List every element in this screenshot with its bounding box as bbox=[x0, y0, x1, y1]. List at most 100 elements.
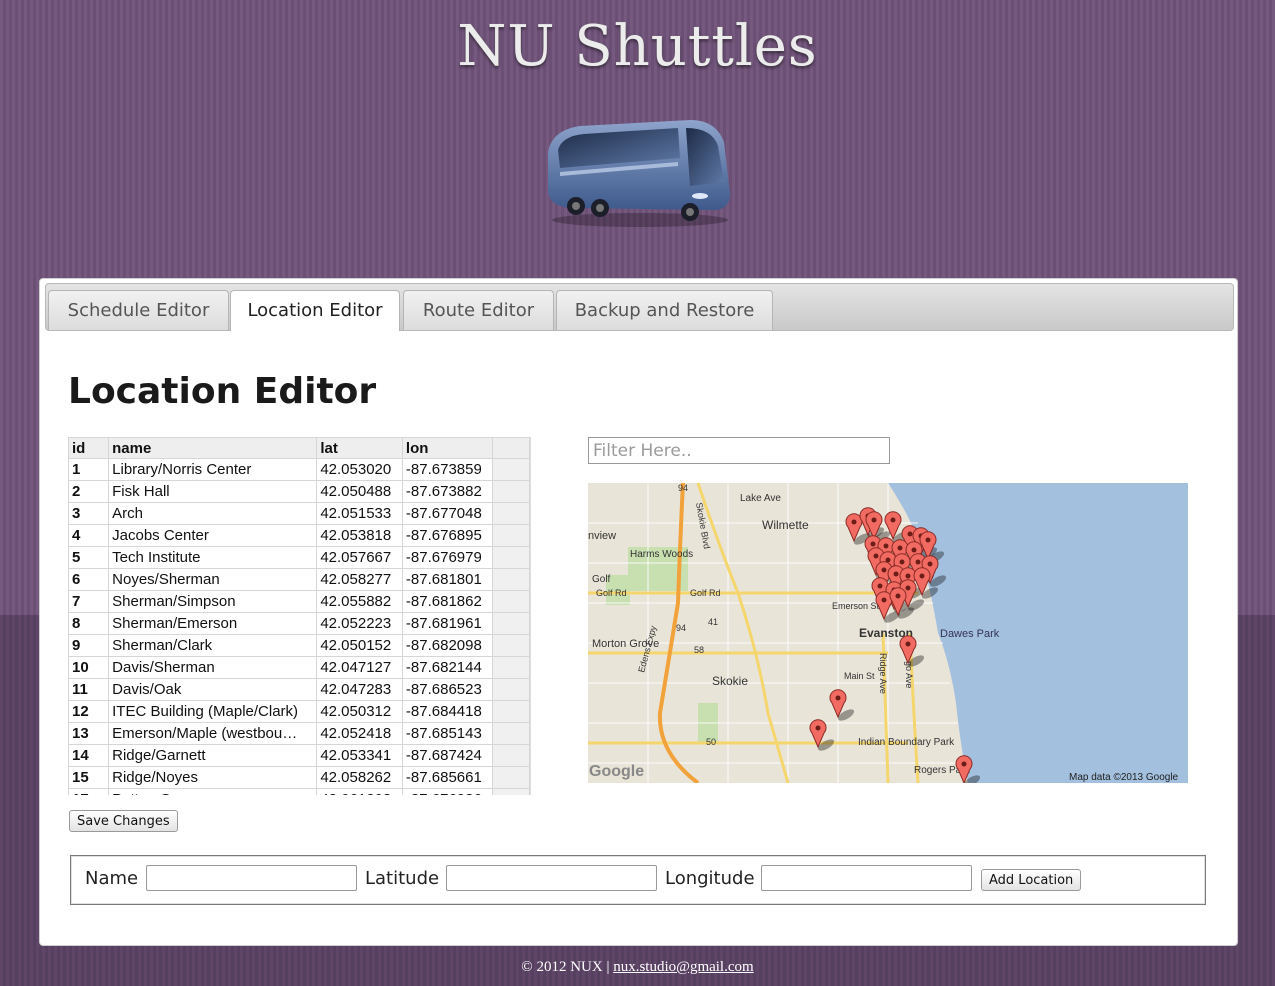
cell-id[interactable]: 14 bbox=[68, 744, 110, 767]
cell-lon[interactable]: -87.685661 bbox=[401, 766, 493, 789]
cell-lon[interactable]: -87.686523 bbox=[401, 678, 493, 701]
cell-lon[interactable]: -87.681862 bbox=[401, 590, 493, 613]
cell-lon[interactable]: -87.681801 bbox=[401, 568, 493, 591]
cell-id[interactable]: 4 bbox=[68, 524, 110, 547]
add-location-button[interactable]: Add Location bbox=[981, 869, 1082, 891]
table-row[interactable]: 6 Noyes/Sherman 42.058277 -87.681801 bbox=[68, 568, 530, 591]
cell-lon[interactable]: -87.687424 bbox=[401, 744, 493, 767]
table-row[interactable]: 17Patten Gym42.061203-87.676936 bbox=[68, 788, 530, 795]
cell-lat[interactable]: 42.061203 bbox=[316, 788, 403, 795]
locations-map[interactable]: Lake Ave Wilmette nview Harms Woods Golf… bbox=[588, 483, 1188, 783]
table-header-row: id name lat lon bbox=[68, 437, 530, 459]
cell-name[interactable]: ITEC Building (Maple/Clark) bbox=[108, 700, 318, 723]
cell-lon[interactable]: -87.673859 bbox=[401, 458, 493, 481]
cell-lat[interactable]: 42.050488 bbox=[316, 480, 403, 503]
name-input[interactable] bbox=[146, 865, 357, 891]
cell-lat[interactable]: 42.050312 bbox=[316, 700, 403, 723]
cell-lat[interactable]: 42.053020 bbox=[316, 458, 403, 481]
cell-name[interactable]: Tech Institute bbox=[108, 546, 318, 569]
cell-name[interactable]: Arch bbox=[108, 502, 318, 525]
cell-id[interactable]: 3 bbox=[68, 502, 110, 525]
cell-lon[interactable]: -87.676895 bbox=[401, 524, 493, 547]
cell-name[interactable]: Emerson/Maple (westbou… bbox=[108, 722, 318, 745]
cell-lat[interactable]: 42.052418 bbox=[316, 722, 403, 745]
cell-name[interactable]: Library/Norris Center bbox=[108, 458, 318, 481]
latitude-input[interactable] bbox=[446, 865, 657, 891]
cell-lat[interactable]: 42.052223 bbox=[316, 612, 403, 635]
cell-id[interactable]: 10 bbox=[68, 656, 110, 679]
cell-name[interactable]: Sherman/Emerson bbox=[108, 612, 318, 635]
cell-name[interactable]: Fisk Hall bbox=[108, 480, 318, 503]
table-row[interactable]: 1 Library/Norris Center 42.053020 -87.67385… bbox=[68, 458, 530, 481]
cell-id[interactable]: 5 bbox=[68, 546, 110, 569]
cell-lon[interactable]: -87.676936 bbox=[401, 788, 493, 795]
table-row[interactable]: 8 Sherman/Emerson 42.052223 -87.681961 bbox=[68, 612, 530, 635]
tab-backup-and-restore[interactable]: Backup and Restore bbox=[556, 290, 773, 330]
longitude-input[interactable] bbox=[761, 865, 972, 891]
table-row[interactable]: 9 Sherman/Clark 42.050152 -87.682098 bbox=[68, 634, 530, 657]
cell-lon[interactable]: -87.677048 bbox=[401, 502, 493, 525]
cell-name[interactable]: Sherman/Simpson bbox=[108, 590, 318, 613]
column-header-lat[interactable]: lat bbox=[316, 437, 403, 459]
cell-name[interactable]: Davis/Sherman bbox=[108, 656, 318, 679]
cell-name[interactable]: Ridge/Garnett bbox=[108, 744, 318, 767]
tab-schedule-editor[interactable]: Schedule Editor bbox=[48, 290, 229, 330]
table-row[interactable]: 4 Jacobs Center 42.053818 -87.676895 bbox=[68, 524, 530, 547]
cell-id[interactable]: 15 bbox=[68, 766, 110, 789]
cell-lat[interactable]: 42.057667 bbox=[316, 546, 403, 569]
cell-id[interactable]: 13 bbox=[68, 722, 110, 745]
cell-id[interactable]: 2 bbox=[68, 480, 110, 503]
footer-email-link[interactable]: nux.studio@gmail.com bbox=[613, 959, 753, 975]
cell-lat[interactable]: 42.051533 bbox=[316, 502, 403, 525]
cell-lat[interactable]: 42.058262 bbox=[316, 766, 403, 789]
cell-name[interactable]: Sherman/Clark bbox=[108, 634, 318, 657]
cell-id[interactable]: 12 bbox=[68, 700, 110, 723]
cell-name[interactable]: Noyes/Sherman bbox=[108, 568, 318, 591]
cell-lon[interactable]: -87.681961 bbox=[401, 612, 493, 635]
table-row[interactable]: 15 Ridge/Noyes 42.058262 -87.685661 bbox=[68, 766, 530, 789]
cell-lat[interactable]: 42.047127 bbox=[316, 656, 403, 679]
cell-lon[interactable]: -87.685143 bbox=[401, 722, 493, 745]
cell-lat[interactable]: 42.055882 bbox=[316, 590, 403, 613]
table-row[interactable]: 7 Sherman/Simpson 42.055882 -87.681862 bbox=[68, 590, 530, 613]
cell-name[interactable]: Jacobs Center bbox=[108, 524, 318, 547]
cell-id[interactable]: 1 bbox=[68, 458, 110, 481]
cell-lon[interactable]: -87.682144 bbox=[401, 656, 493, 679]
cell-name[interactable]: Davis/Oak bbox=[108, 678, 318, 701]
tab-location-editor[interactable]: Location Editor bbox=[230, 290, 400, 331]
table-row[interactable]: 11 Davis/Oak 42.047283 -87.686523 bbox=[68, 678, 530, 701]
table-row[interactable]: 5 Tech Institute 42.057667 -87.676979 bbox=[68, 546, 530, 569]
cell-id[interactable]: 17 bbox=[68, 788, 110, 795]
cell-lon[interactable]: -87.684418 bbox=[401, 700, 493, 723]
table-row[interactable]: 3 Arch 42.051533 -87.677048 bbox=[68, 502, 530, 525]
cell-id[interactable]: 8 bbox=[68, 612, 110, 635]
cell-name[interactable]: Patten Gym bbox=[108, 788, 318, 795]
cell-lat[interactable]: 42.058277 bbox=[316, 568, 403, 591]
cell-lat[interactable]: 42.047283 bbox=[316, 678, 403, 701]
cell-id[interactable]: 11 bbox=[68, 678, 110, 701]
table-row[interactable]: 12 ITEC Building (Maple/Clark) 42.050312 -8… bbox=[68, 700, 530, 723]
tab-route-editor[interactable]: Route Editor bbox=[403, 290, 554, 330]
column-header-name[interactable]: name bbox=[108, 437, 318, 459]
bus-logo-icon bbox=[548, 120, 730, 227]
locations-table-container[interactable]: id name lat lon 1 Library/Norris Center 42… bbox=[68, 437, 531, 795]
table-row[interactable]: 13 Emerson/Maple (westbou… 42.052418 -87.68… bbox=[68, 722, 530, 745]
cell-lat[interactable]: 42.053818 bbox=[316, 524, 403, 547]
cell-lon[interactable]: -87.676979 bbox=[401, 546, 493, 569]
cell-id[interactable]: 6 bbox=[68, 568, 110, 591]
table-row[interactable]: 2 Fisk Hall 42.050488 -87.673882 bbox=[68, 480, 530, 503]
cell-name[interactable]: Ridge/Noyes bbox=[108, 766, 318, 789]
cell-lat[interactable]: 42.053341 bbox=[316, 744, 403, 767]
table-row[interactable]: 14 Ridge/Garnett 42.053341 -87.687424 bbox=[68, 744, 530, 767]
cell-id[interactable]: 9 bbox=[68, 634, 110, 657]
column-header-lon[interactable]: lon bbox=[401, 437, 493, 459]
save-changes-button[interactable]: Save Changes bbox=[69, 810, 178, 832]
cell-lon[interactable]: -87.673882 bbox=[401, 480, 493, 503]
cell-lon[interactable]: -87.682098 bbox=[401, 634, 493, 657]
cell-lat[interactable]: 42.050152 bbox=[316, 634, 403, 657]
map-label-route-58: 58 bbox=[694, 645, 704, 655]
cell-id[interactable]: 7 bbox=[68, 590, 110, 613]
filter-input[interactable] bbox=[588, 437, 890, 464]
table-row[interactable]: 10 Davis/Sherman 42.047127 -87.682144 bbox=[68, 656, 530, 679]
column-header-id[interactable]: id bbox=[68, 437, 110, 459]
